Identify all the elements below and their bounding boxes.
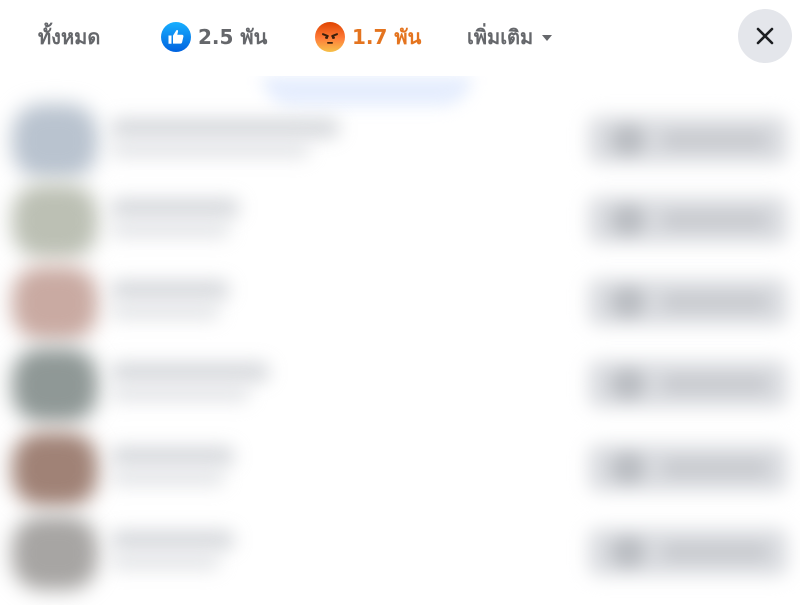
tab-more[interactable]: เพิ่มเติม — [467, 18, 553, 56]
list-item[interactable] — [0, 98, 800, 180]
blurred-subtext — [110, 142, 310, 158]
blurred-name[interactable] — [110, 118, 340, 138]
list-item[interactable] — [0, 178, 800, 260]
tab-like-count: 2.5 พัน — [198, 25, 268, 49]
add-friend-button[interactable] — [588, 278, 788, 326]
add-friend-button[interactable] — [588, 444, 788, 492]
add-friend-button[interactable] — [588, 360, 788, 408]
tab-all[interactable]: ทั้งหมด — [38, 18, 100, 56]
reaction-tab-bar: ทั้งหมด 2.5 พัน 1.7 พัน เพิ่มเติม — [0, 0, 800, 76]
avatar[interactable] — [12, 104, 98, 178]
list-item[interactable] — [0, 510, 800, 592]
blurred-subtext — [110, 222, 230, 238]
list-item[interactable] — [0, 426, 800, 508]
blurred-name[interactable] — [110, 446, 235, 466]
add-friend-button[interactable] — [588, 196, 788, 244]
avatar[interactable] — [12, 184, 98, 258]
tab-like[interactable]: 2.5 พัน — [161, 18, 267, 56]
blurred-subtext — [110, 386, 250, 402]
avatar[interactable] — [12, 348, 98, 422]
add-friend-button[interactable] — [588, 116, 788, 164]
blurred-name[interactable] — [110, 530, 235, 550]
avatar[interactable] — [12, 432, 98, 506]
blurred-subtext — [110, 470, 225, 486]
add-friend-button[interactable] — [588, 528, 788, 576]
blurred-subtext — [110, 554, 220, 570]
tab-angry-count: 1.7 พัน — [352, 25, 422, 49]
thumbs-up-icon — [161, 22, 191, 52]
tab-angry[interactable]: 1.7 พัน — [315, 18, 421, 56]
blurred-name[interactable] — [110, 362, 270, 382]
close-icon — [756, 27, 774, 45]
list-item[interactable] — [0, 260, 800, 342]
blurred-subtext — [110, 304, 220, 320]
avatar[interactable] — [12, 516, 98, 590]
angry-face-icon — [315, 22, 345, 52]
blurred-name[interactable] — [110, 280, 230, 300]
close-button[interactable] — [738, 9, 792, 63]
tab-all-label: ทั้งหมด — [38, 25, 101, 49]
tab-more-label: เพิ่มเติม — [467, 25, 534, 49]
reactions-dialog: ทั้งหมด 2.5 พัน 1.7 พัน เพิ่มเติม — [0, 0, 800, 605]
caret-down-icon — [542, 35, 553, 41]
blurred-name[interactable] — [110, 198, 240, 218]
reactor-list[interactable] — [0, 76, 800, 605]
list-item[interactable] — [0, 342, 800, 424]
avatar[interactable] — [12, 266, 98, 340]
